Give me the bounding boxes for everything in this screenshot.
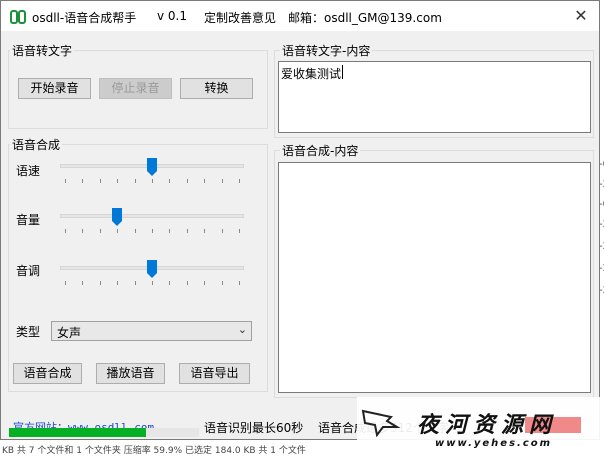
slider-tick [99,179,101,183]
slider-tick [82,179,84,183]
speed-label: 语速 [16,164,41,178]
slider-tick [221,229,223,233]
background-status-text: KB 共 7 个文件和 1 个文件夹 压缩率 59.9% 已选定 184.0 K… [2,446,306,456]
volume-slider-track[interactable] [60,214,244,218]
slider-tick [239,229,240,233]
email-label: 邮箱：osdll_GM@139.com [288,11,442,25]
speed-slider-thumb[interactable] [147,158,157,176]
watermark-logo: 夜河资源网 www.yehes.com [357,397,604,458]
slider-tick [152,229,153,233]
progress-bar [9,428,199,437]
volume-slider-ticks [60,229,244,234]
suggest-link[interactable]: 定制改善意见 [204,9,276,26]
convert-button[interactable]: 转换 [180,78,253,99]
slider-tick [169,229,171,233]
chevron-down-icon: ⌄ [237,323,247,336]
pitch-slider-thumb[interactable] [147,260,157,278]
play-button[interactable]: 播放语音 [96,363,165,384]
window-title: osdll-语音合成帮手 [32,11,137,25]
slider-tick [186,179,188,183]
progress-bar-fill [9,428,146,437]
pitch-slider-ticks [60,281,244,286]
slider-tick [99,229,101,233]
stt-content-text: 爱收集测试 [281,67,342,81]
slider-tick [117,281,119,285]
voice-type-select[interactable]: 女声 ⌄ [51,321,252,341]
slider-tick [65,281,66,285]
volume-label: 音量 [16,213,41,227]
slider-tick [169,179,171,183]
slider-tick [204,179,206,183]
slider-tick [204,281,206,285]
stt-content-label: 语音转文字-内容 [280,42,373,59]
pitch-label: 音调 [16,264,41,278]
app-window: osdll-语音合成帮手 v 0.1 定制改善意见 邮箱：osdll_GM@13… [0,0,600,440]
tts-content-label: 语音合成-内容 [280,142,361,159]
slider-tick [82,281,84,285]
slider-tick [239,179,240,183]
slider-tick [134,179,136,183]
slider-tick [117,179,119,183]
slider-tick [99,281,101,285]
watermark-text: 夜河资源网 [417,412,558,438]
tts-content-textbox[interactable] [278,162,591,393]
slider-tick [239,281,240,285]
voice-type-value: 女声 [57,326,82,340]
slider-tick [65,229,66,233]
slider-tick [221,281,223,285]
slider-tick [152,281,153,285]
slider-tick [186,281,188,285]
slider-tick [82,229,84,233]
slider-tick [152,179,153,183]
slider-tick [221,179,223,183]
close-icon: ✕ [574,6,588,25]
stt-content-textbox[interactable]: 爱收集测试 [278,61,591,133]
slider-tick [117,229,119,233]
slider-tick [186,229,188,233]
app-logo-icon [10,10,26,24]
watermark-url: www.yehes.com [435,438,553,449]
slider-tick [204,229,206,233]
type-label: 类型 [16,325,41,339]
version-label: v 0.1 [157,9,187,23]
synthesize-button[interactable]: 语音合成 [13,363,82,384]
volume-slider-thumb[interactable] [112,208,123,226]
title-bar[interactable]: osdll-语音合成帮手 v 0.1 定制改善意见 邮箱：osdll_GM@13… [1,1,599,31]
stt-group-label: 语音转文字 [10,42,75,59]
speed-slider-ticks [60,179,244,184]
export-button[interactable]: 语音导出 [179,363,250,384]
slider-tick [134,281,136,285]
stt-limit-label: 语音识别最长60秒 [204,421,304,435]
close-button[interactable]: ✕ [566,3,596,29]
text-cursor [342,65,343,79]
slider-tick [65,179,66,183]
slider-tick [134,229,136,233]
start-record-button[interactable]: 开始录音 [18,78,91,99]
slider-tick [169,281,171,285]
tts-group-label: 语音合成 [10,136,63,153]
stop-record-button[interactable]: 停止录音 [99,78,172,99]
